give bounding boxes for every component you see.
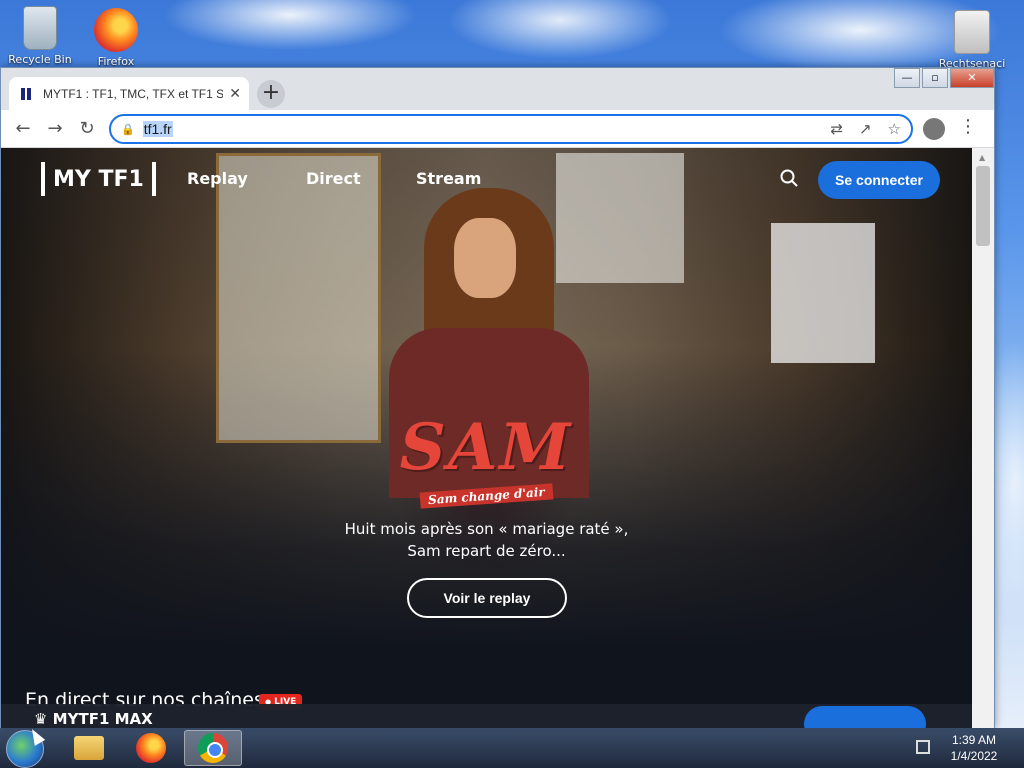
- new-tab-button[interactable]: +: [257, 80, 285, 108]
- hero-banner: SAM Sam change d'air: [1, 148, 972, 648]
- chrome-taskbar-button[interactable]: [184, 730, 242, 766]
- mytf1-max-bar: ♛ MYTF1 MAX: [1, 704, 972, 728]
- recycle-bin-desktop-icon[interactable]: Recycle Bin: [2, 6, 78, 66]
- browser-tab[interactable]: MYTF1 : TF1, TMC, TFX et TF1 Sé ✕: [9, 77, 249, 110]
- tf1-favicon-icon: [21, 87, 33, 100]
- network-icon: [954, 10, 990, 54]
- address-bar-actions: ⇄ ↗ ☆: [830, 120, 901, 138]
- logo-text: MY TF1: [53, 166, 144, 192]
- recycle-bin-icon: [23, 6, 57, 50]
- close-window-button[interactable]: ✕: [950, 68, 994, 88]
- browser-menu-icon[interactable]: ⋮: [959, 116, 977, 137]
- site-header: MY TF1 Replay Direct Stream Se connecter: [1, 148, 972, 210]
- system-clock[interactable]: 1:39 AM 1/4/2022: [944, 732, 1004, 764]
- network-tray-icon[interactable]: [916, 740, 930, 754]
- firefox-icon: [94, 8, 138, 52]
- minimize-button[interactable]: —: [894, 68, 920, 88]
- show-title: SAM: [399, 410, 573, 485]
- hero-wall-paper: [771, 223, 875, 363]
- show-logo: SAM Sam change d'air: [386, 410, 586, 509]
- translate-icon[interactable]: ⇄: [830, 120, 843, 138]
- bookmark-star-icon[interactable]: ☆: [888, 120, 901, 138]
- nav-direct[interactable]: Direct: [306, 169, 361, 188]
- back-button[interactable]: ←: [7, 118, 39, 139]
- file-explorer-taskbar-icon[interactable]: [74, 736, 104, 760]
- tab-close-icon[interactable]: ✕: [229, 86, 241, 102]
- recycle-bin-label: Recycle Bin: [8, 53, 72, 66]
- tf1-page: SAM Sam change d'air MY TF1 Replay Direc…: [1, 148, 972, 728]
- lock-icon: 🔒: [121, 122, 135, 136]
- nav-replay[interactable]: Replay: [187, 169, 248, 188]
- hero-tagline: Huit mois après son « mariage raté », Sa…: [344, 520, 629, 560]
- show-subtitle: Sam change d'air: [419, 483, 553, 509]
- profile-avatar-icon[interactable]: [923, 118, 945, 140]
- mytf1-max-text: MYTF1 MAX: [52, 710, 153, 728]
- scrollbar-thumb[interactable]: [976, 166, 990, 246]
- nav-stream[interactable]: Stream: [416, 169, 481, 188]
- clock-date: 1/4/2022: [950, 749, 998, 763]
- browser-toolbar: ← → ↻ 🔒 tf1.fr ⇄ ↗ ☆ ⋮: [1, 110, 994, 148]
- mytf1-logo[interactable]: MY TF1: [33, 162, 164, 196]
- network-desktop-icon[interactable]: Rechtsenaci: [934, 10, 1010, 70]
- search-icon[interactable]: [780, 169, 798, 187]
- mytf1-max-button[interactable]: [804, 706, 926, 728]
- firefox-desktop-icon[interactable]: Firefox: [78, 8, 154, 68]
- reload-button[interactable]: ↻: [71, 118, 103, 139]
- clock-time: 1:39 AM: [951, 733, 997, 747]
- maximize-button[interactable]: ▫: [922, 68, 948, 88]
- chrome-icon: [198, 733, 228, 763]
- mytf1-max-label[interactable]: ♛ MYTF1 MAX: [34, 710, 153, 728]
- address-bar[interactable]: 🔒 tf1.fr ⇄ ↗ ☆: [109, 114, 913, 144]
- login-button[interactable]: Se connecter: [818, 161, 940, 199]
- scroll-up-icon[interactable]: ▲: [979, 153, 985, 162]
- forward-button[interactable]: →: [39, 118, 71, 139]
- url-text[interactable]: tf1.fr: [142, 121, 173, 137]
- tab-title: MYTF1 : TF1, TMC, TFX et TF1 Sé: [43, 86, 224, 101]
- browser-window: MYTF1 : TF1, TMC, TFX et TF1 Sé ✕ + — ▫ …: [0, 67, 995, 728]
- tab-strip: MYTF1 : TF1, TMC, TFX et TF1 Sé ✕ + — ▫ …: [1, 68, 994, 110]
- share-icon[interactable]: ↗: [859, 120, 872, 138]
- page-scrollbar[interactable]: ▲: [972, 148, 994, 728]
- window-controls: — ▫ ✕: [892, 68, 994, 88]
- firefox-taskbar-icon[interactable]: [136, 733, 166, 763]
- watch-replay-button[interactable]: Voir le replay: [407, 578, 567, 618]
- windows-taskbar: 1:39 AM 1/4/2022: [0, 728, 1024, 768]
